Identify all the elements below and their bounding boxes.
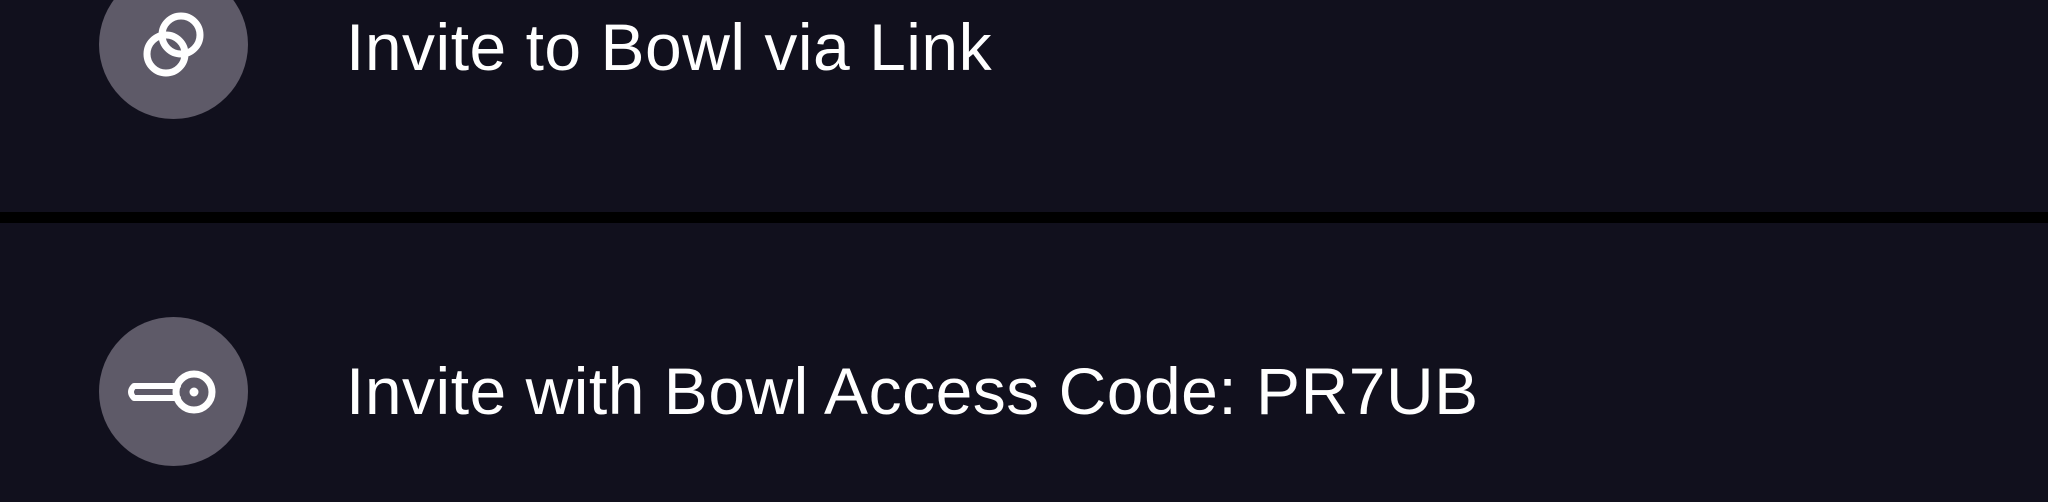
invite-menu: Invite to Bowl via Link Invite with Bowl…: [0, 0, 2048, 502]
key-icon-circle: [99, 317, 248, 466]
key-icon: [127, 370, 215, 413]
invite-with-access-code-label: Invite with Bowl Access Code: PR7UB: [346, 354, 1479, 428]
row-divider: [0, 212, 2048, 223]
invite-via-link-label: Invite to Bowl via Link: [346, 10, 993, 84]
invite-via-link-row[interactable]: Invite to Bowl via Link: [0, 0, 2048, 212]
link-icon: [143, 12, 203, 76]
invite-with-access-code-row[interactable]: Invite with Bowl Access Code: PR7UB: [0, 223, 2048, 502]
link-icon-circle: [99, 0, 248, 119]
